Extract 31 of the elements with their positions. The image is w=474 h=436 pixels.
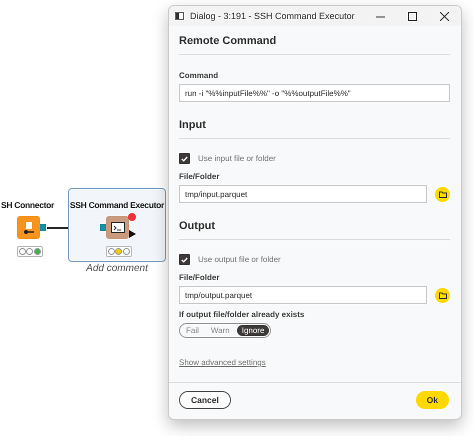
window-icon [175, 12, 184, 20]
section-heading: Input [179, 114, 450, 139]
path-field[interactable]: tmp/input.parquet [179, 185, 427, 203]
cancel-button[interactable]: Cancel [179, 391, 231, 409]
checkbox-label: Use input file or folder [198, 154, 276, 163]
node-label: SH Connector [1, 200, 54, 210]
ok-button[interactable]: Ok [416, 391, 449, 409]
section-heading: Output [179, 215, 450, 240]
section-heading: Remote Command [179, 30, 450, 55]
checkbox[interactable] [179, 153, 190, 164]
checkbox[interactable] [179, 254, 190, 265]
field-label: File/Folder [179, 172, 220, 181]
command-field[interactable]: run -i "%%inputFile%%" -o "%%outputFile%%" [179, 84, 450, 102]
checkbox-label: Use output file or folder [198, 255, 281, 264]
input-port-icon [100, 224, 106, 231]
folder-icon[interactable] [435, 288, 450, 302]
field-label: File/Folder [179, 273, 220, 282]
window-title: Dialog - 3:191 - SSH Command Executor [190, 11, 356, 21]
maximize-icon[interactable] [408, 12, 416, 20]
node-label: SSH Command Executor [70, 200, 164, 210]
connector-node-icon[interactable] [17, 216, 40, 239]
field-label: Command [179, 71, 220, 80]
output-port-icon [40, 224, 46, 231]
field-label: If output file/folder already exists [179, 310, 306, 319]
switch-option[interactable]: Ignore [236, 325, 270, 336]
add-comment-label[interactable]: Add comment [86, 263, 148, 274]
folder-icon[interactable] [435, 186, 450, 202]
path-field[interactable]: tmp/output.parquet [179, 286, 427, 304]
close-icon[interactable] [440, 12, 448, 20]
terminal-node-icon[interactable] [106, 216, 129, 239]
advanced-settings-link[interactable]: Show advanced settings [179, 358, 266, 367]
